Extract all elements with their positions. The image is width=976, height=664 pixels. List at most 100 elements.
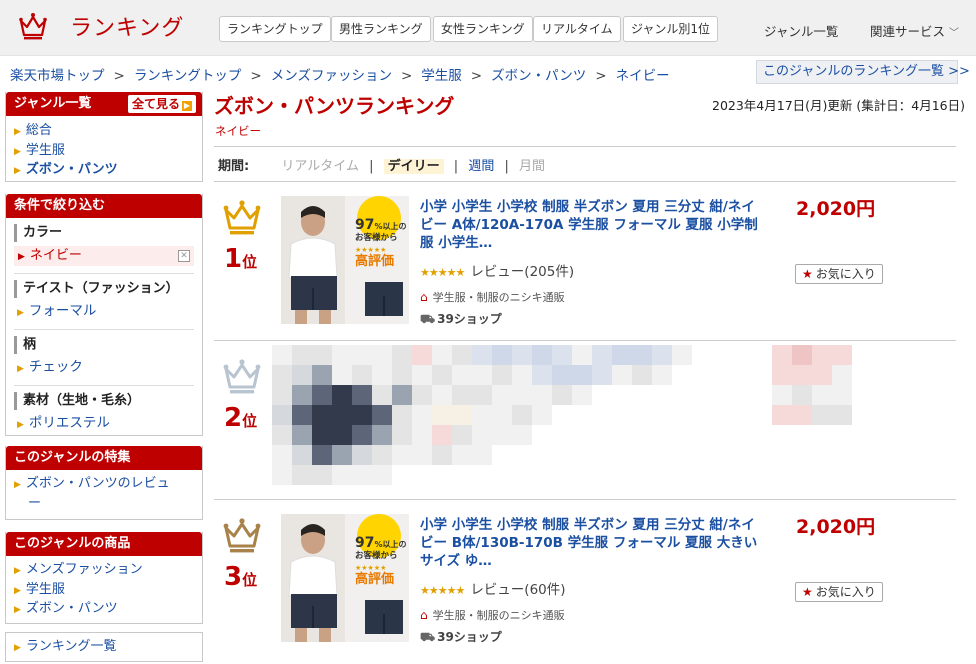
ranking-item-blurred: 2位 bbox=[214, 341, 956, 499]
product-item-school-uniform[interactable]: ▶ 学生服 bbox=[14, 581, 194, 601]
favorite-label: お気に入り bbox=[815, 267, 876, 281]
product-title-link[interactable]: 小学 小学生 小学校 制服 半ズボン 夏用 三分丈 紺/ネイビー A体/120A… bbox=[420, 198, 765, 252]
truck-icon: ⛟ bbox=[420, 312, 436, 326]
triangle-icon: ▶ bbox=[18, 252, 25, 262]
review-count: レビュー(60件) bbox=[470, 582, 566, 598]
product-item-label: メンズファッション bbox=[25, 562, 143, 577]
page-subtitle: ネイビー bbox=[215, 124, 261, 138]
truck-icon: ⛟ bbox=[420, 630, 436, 644]
triangle-icon: ▶ bbox=[14, 643, 21, 653]
breadcrumb-item[interactable]: ネイビー bbox=[616, 68, 670, 84]
remove-filter-icon[interactable]: ✕ bbox=[178, 250, 190, 262]
shop-name: 学生服・制服のニシキ通販 bbox=[432, 609, 565, 622]
genre-list-header: ジャンル一覧 全て見る ▶ bbox=[6, 92, 202, 116]
period-label: 期間: bbox=[218, 159, 250, 174]
period-weekly[interactable]: 週間 bbox=[468, 159, 494, 174]
product-item-mens-fashion[interactable]: ▶ メンズファッション bbox=[14, 561, 194, 581]
filter-item-check[interactable]: ▶ チェック bbox=[14, 358, 194, 378]
feature-item-continued[interactable]: ー bbox=[14, 495, 194, 513]
breadcrumb-item[interactable]: メンズファッション bbox=[271, 68, 392, 84]
genre-item-label: ズボン・パンツ bbox=[25, 162, 118, 177]
star-icon: ★ bbox=[802, 585, 813, 599]
feature-header: このジャンルの特集 bbox=[6, 446, 202, 470]
bronze-crown-icon bbox=[223, 518, 261, 553]
silver-crown-icon bbox=[223, 359, 261, 394]
review-summary[interactable]: ★★★★★ レビュー(205件) bbox=[420, 260, 574, 280]
breadcrumb-item[interactable]: 学生服 bbox=[421, 68, 462, 84]
triangle-icon: ▶ bbox=[14, 127, 21, 137]
triangle-icon: ▶ bbox=[14, 605, 21, 615]
tab-ranking-top[interactable]: ランキングトップ bbox=[219, 16, 331, 42]
product-image-caption: 97%以上の お客様から ★★★★★ 高評価 bbox=[355, 535, 407, 587]
filter-group-taste: テイスト（ファッション） bbox=[14, 280, 194, 298]
filter-group-material: 素材（生地・毛糸） bbox=[14, 392, 194, 410]
breadcrumb-item[interactable]: ズボン・パンツ bbox=[491, 68, 586, 84]
filter-header: 条件で絞り込む bbox=[6, 194, 202, 218]
tab-male-ranking[interactable]: 男性ランキング bbox=[331, 16, 431, 42]
filter-item-polyester[interactable]: ▶ ポリエステル bbox=[14, 414, 194, 434]
rank-number: 1位 bbox=[224, 244, 258, 274]
genre-item-label: 学生服 bbox=[25, 142, 65, 158]
genre-item-all[interactable]: ▶ 総合 bbox=[14, 122, 194, 142]
genre-item-pants[interactable]: ▶ ズボン・パンツ bbox=[14, 161, 194, 181]
product-image[interactable]: 97%以上の お客様から ★★★★★ 高評価 bbox=[281, 196, 409, 324]
product-price: 2,020円 bbox=[796, 198, 876, 220]
tab-genre-first[interactable]: ジャンル別1位 bbox=[623, 16, 719, 42]
period-realtime[interactable]: リアルタイム bbox=[281, 159, 359, 174]
crown-logo-icon bbox=[19, 13, 47, 40]
feature-item-pants-review[interactable]: ▶ ズボン・パンツのレビュ bbox=[14, 475, 194, 495]
chevron-down-icon: ﹀ bbox=[949, 28, 960, 39]
gold-crown-icon bbox=[223, 200, 261, 235]
triangle-icon: ▶ bbox=[14, 166, 21, 176]
ranking-list-link[interactable]: ▶ ランキング一覧 bbox=[14, 638, 194, 658]
rank-number: 3位 bbox=[224, 562, 258, 592]
filter-item-label: フォーマル bbox=[28, 303, 97, 319]
filter-selected-navy[interactable]: ▶ ネイビー ✕ bbox=[14, 246, 194, 266]
breadcrumb-item[interactable]: 楽天市場トップ bbox=[10, 68, 105, 84]
logo-text: ランキング bbox=[70, 16, 185, 41]
shipping-badge: ⛟ 39ショップ bbox=[420, 312, 502, 326]
product-image[interactable]: 97%以上の お客様から ★★★★★ 高評価 bbox=[281, 514, 409, 642]
genre-list-title: ジャンル一覧 bbox=[14, 96, 92, 111]
see-all-button[interactable]: 全て見る ▶ bbox=[127, 95, 196, 113]
product-item-label: 学生服 bbox=[25, 581, 65, 597]
shop-link[interactable]: ⌂ 学生服・制服のニシキ通販 bbox=[420, 607, 565, 623]
review-summary[interactable]: ★★★★★ レビュー(60件) bbox=[420, 578, 566, 598]
filter-selected-label: ネイビー bbox=[29, 248, 82, 263]
product-item-pants[interactable]: ▶ ズボン・パンツ bbox=[14, 600, 194, 620]
tab-female-ranking[interactable]: 女性ランキング bbox=[433, 16, 533, 42]
filter-item-label: ポリエステル bbox=[28, 415, 110, 431]
star-rating-icon: ★★★★★ bbox=[420, 584, 465, 597]
filter-item-label: チェック bbox=[28, 359, 83, 375]
blurred-product-content bbox=[272, 345, 902, 495]
product-price: 2,020円 bbox=[796, 516, 876, 538]
top-header: ランキング ランキングトップ 男性ランキング 女性ランキング リアルタイム ジャ… bbox=[0, 0, 976, 56]
related-services-label: 関連サービス bbox=[870, 24, 946, 39]
star-rating-icon: ★★★★★ bbox=[420, 266, 465, 279]
product-item-label: ズボン・パンツ bbox=[25, 601, 118, 616]
genre-list-link[interactable]: ジャンル一覧 bbox=[764, 21, 838, 40]
genre-item-school-uniform[interactable]: ▶ 学生服 bbox=[14, 142, 194, 162]
update-date: 2023年4月17日(月)更新 (集計日：4月16日) bbox=[712, 98, 966, 113]
breadcrumb-item[interactable]: ランキングトップ bbox=[134, 68, 242, 84]
triangle-icon: ▶ bbox=[14, 566, 21, 576]
product-title-link[interactable]: 小学 小学生 小学校 制服 半ズボン 夏用 三分丈 紺/ネイビー B体/130B… bbox=[420, 516, 765, 570]
genre-ranking-list-button[interactable]: このジャンルのランキング一覧 >> bbox=[756, 60, 970, 84]
triangle-icon: ▶ bbox=[17, 308, 24, 318]
period-selector: 期間: リアルタイム | デイリー | 週間 | 月間 bbox=[218, 159, 546, 174]
rank-number: 2位 bbox=[224, 403, 258, 433]
shipping-badge: ⛟ 39ショップ bbox=[420, 630, 502, 644]
period-monthly[interactable]: 月間 bbox=[519, 159, 545, 174]
tab-realtime[interactable]: リアルタイム bbox=[533, 16, 621, 42]
genre-item-label: 総合 bbox=[25, 123, 52, 138]
shop-link[interactable]: ⌂ 学生服・制服のニシキ通販 bbox=[420, 289, 565, 305]
favorite-button[interactable]: ★ お気に入り bbox=[795, 582, 883, 602]
related-services-link[interactable]: 関連サービス ﹀ bbox=[870, 21, 959, 40]
ranking-logo[interactable]: ランキング bbox=[18, 10, 184, 42]
filter-group-pattern: 柄 bbox=[14, 336, 194, 354]
favorite-button[interactable]: ★ お気に入り bbox=[795, 264, 883, 284]
filter-box: 条件で絞り込む カラー ▶ ネイビー ✕ テイスト（ファッション） ▶ フォーマル … bbox=[5, 194, 203, 436]
period-daily[interactable]: デイリー bbox=[383, 159, 444, 174]
filter-item-formal[interactable]: ▶ フォーマル bbox=[14, 302, 194, 322]
triangle-icon: ▶ bbox=[14, 585, 21, 596]
